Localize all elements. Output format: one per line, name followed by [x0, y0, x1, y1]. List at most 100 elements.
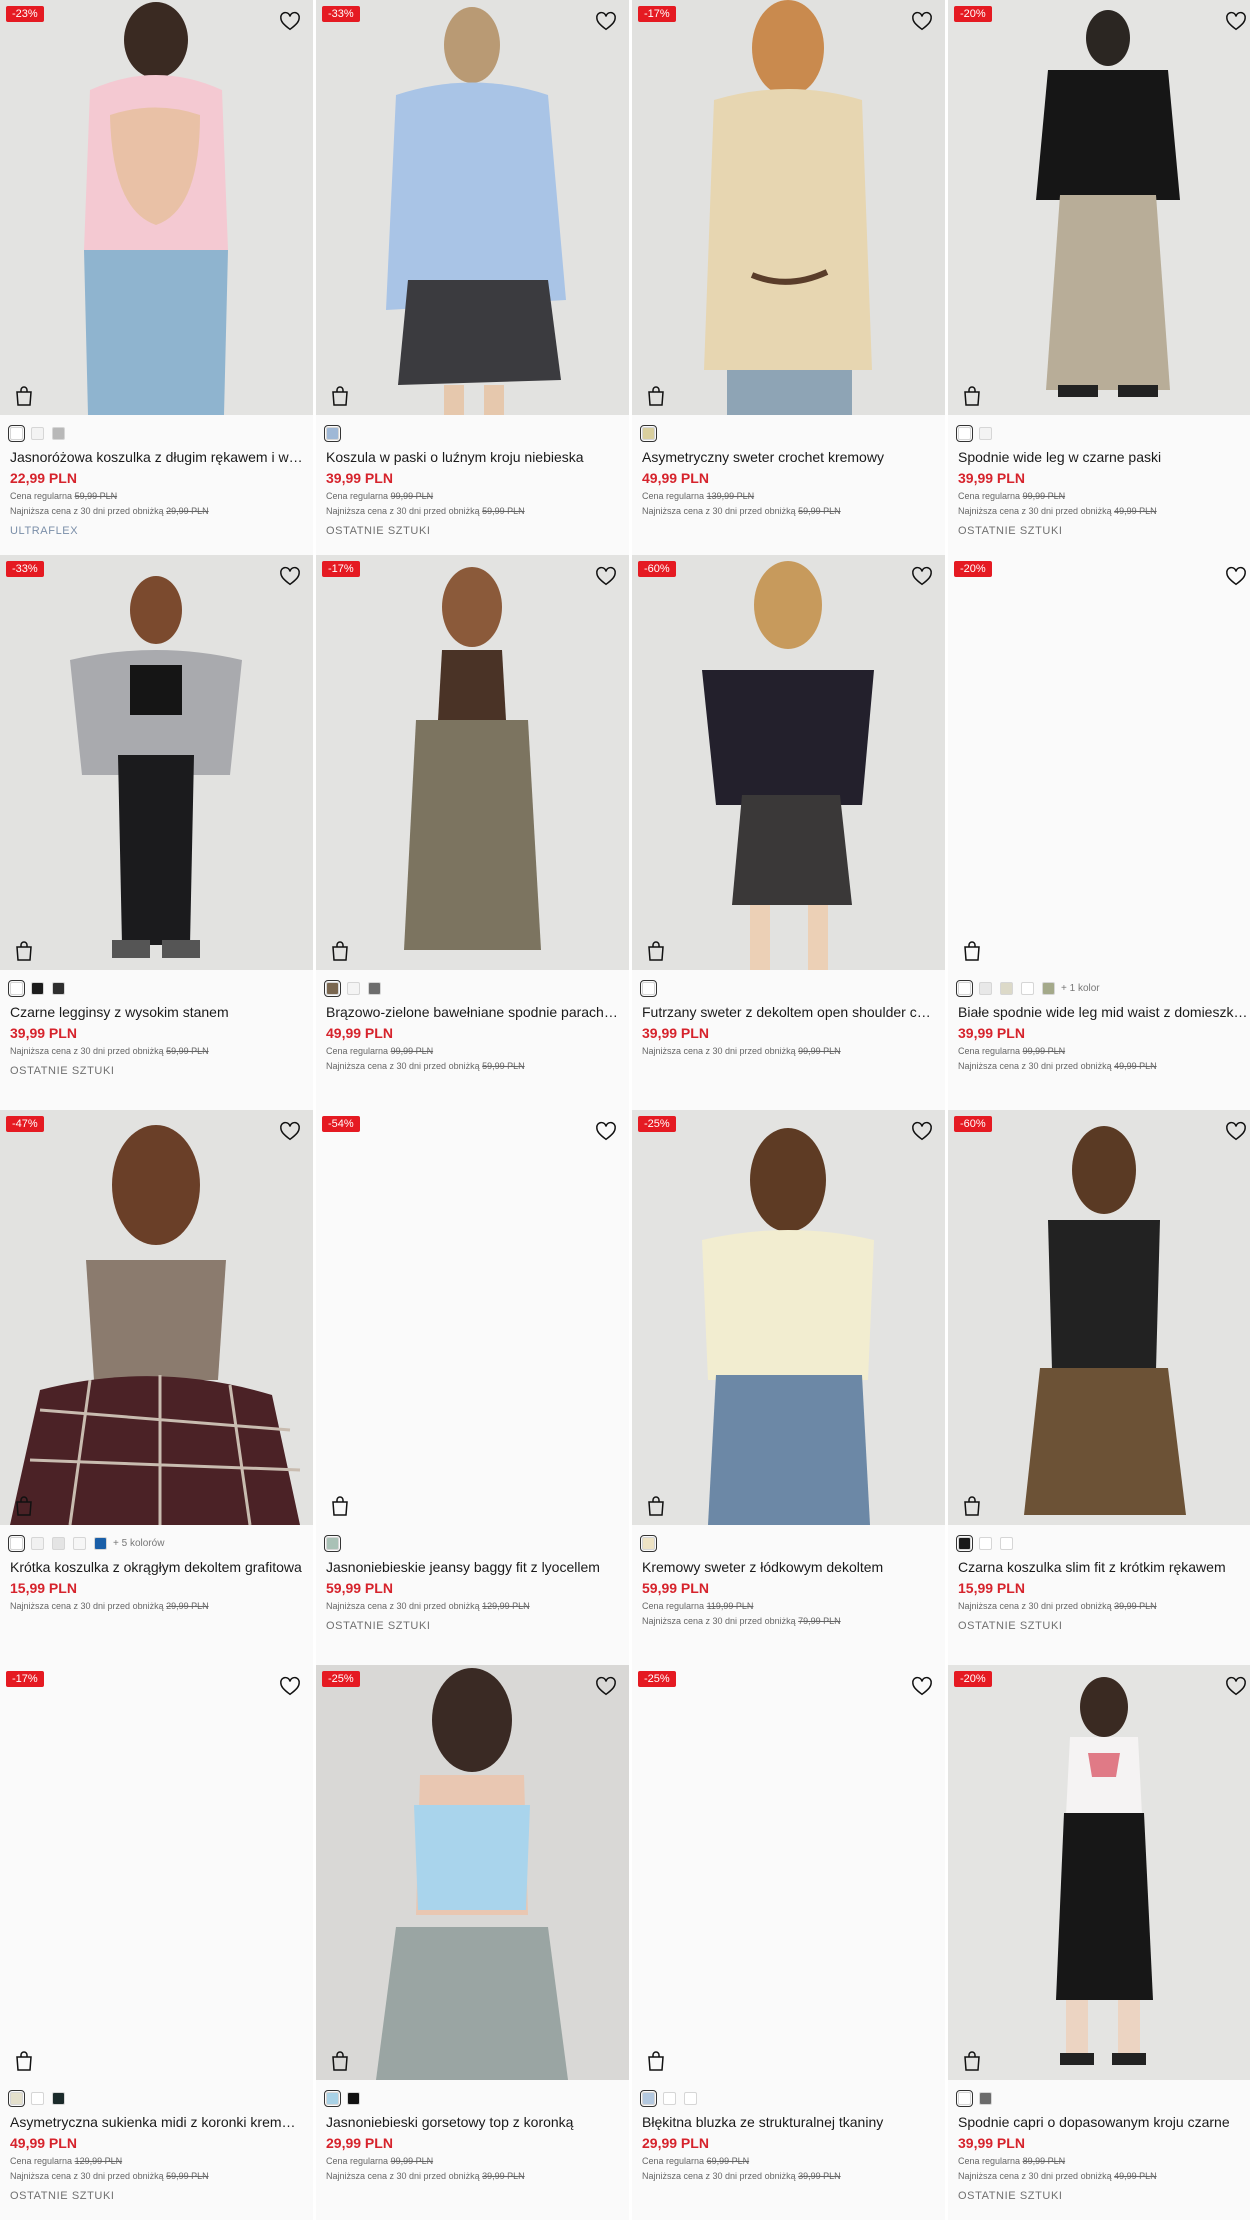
color-swatch[interactable]: [8, 1534, 25, 1552]
product-card[interactable]: -20% Spodnie capri o dopasowanym kroju c…: [948, 1665, 1250, 2220]
color-swatch[interactable]: [94, 1536, 107, 1550]
heart-icon[interactable]: [279, 1676, 301, 1698]
color-swatch[interactable]: [956, 979, 973, 997]
product-name[interactable]: Czarne legginsy z wysokim stanem: [10, 1003, 303, 1021]
color-swatch[interactable]: [979, 981, 992, 995]
product-name[interactable]: Asymetryczny sweter crochet kremowy: [642, 448, 935, 466]
heart-icon[interactable]: [279, 566, 301, 588]
color-swatch[interactable]: [640, 2089, 657, 2107]
color-swatch[interactable]: [684, 2091, 697, 2105]
shopping-bag-icon[interactable]: [646, 940, 666, 962]
product-image[interactable]: -60%: [948, 1110, 1250, 1525]
product-card[interactable]: -23% Jasnoróżowa koszulka z długim rękaw…: [0, 0, 313, 555]
product-card[interactable]: -20% Spodnie wide leg w czarne paski 39,…: [948, 0, 1250, 555]
heart-icon[interactable]: [595, 11, 617, 33]
heart-icon[interactable]: [279, 1121, 301, 1143]
product-card[interactable]: -60% Futrzany sweter z dekoltem open sho…: [632, 555, 945, 1110]
heart-icon[interactable]: [1225, 1676, 1247, 1698]
heart-icon[interactable]: [911, 1676, 933, 1698]
more-colors-label[interactable]: + 1 kolor: [1061, 983, 1100, 994]
color-swatch[interactable]: [640, 424, 657, 442]
product-image[interactable]: -17%: [316, 555, 629, 970]
shopping-bag-icon[interactable]: [646, 385, 666, 407]
product-image[interactable]: -33%: [0, 555, 313, 970]
color-swatch[interactable]: [1021, 981, 1034, 995]
color-swatch[interactable]: [956, 1534, 973, 1552]
color-swatch[interactable]: [979, 2091, 992, 2105]
color-swatch[interactable]: [324, 2089, 341, 2107]
product-name[interactable]: Koszula w paski o luźnym kroju niebieska: [326, 448, 619, 466]
heart-icon[interactable]: [595, 1121, 617, 1143]
product-name[interactable]: Spodnie wide leg w czarne paski: [958, 448, 1249, 466]
product-card[interactable]: -25% Kremowy sweter z łódkowym dekoltem …: [632, 1110, 945, 1665]
product-image[interactable]: -17%: [632, 0, 945, 415]
color-swatch[interactable]: [73, 1536, 86, 1550]
product-card[interactable]: -60% Czarna koszulka slim fit z krótkim …: [948, 1110, 1250, 1665]
color-swatch[interactable]: [347, 2091, 360, 2105]
more-colors-label[interactable]: + 5 kolorów: [113, 1538, 164, 1549]
heart-icon[interactable]: [279, 11, 301, 33]
shopping-bag-icon[interactable]: [14, 1495, 34, 1517]
product-card[interactable]: -20% + 1 kolor Białe spodnie wide leg mi…: [948, 555, 1250, 1110]
product-image[interactable]: -20%: [948, 555, 1250, 970]
product-card[interactable]: -25% Błękitna bluzka ze strukturalnej tk…: [632, 1665, 945, 2220]
color-swatch[interactable]: [1000, 981, 1013, 995]
color-swatch[interactable]: [368, 981, 381, 995]
shopping-bag-icon[interactable]: [646, 2050, 666, 2072]
shopping-bag-icon[interactable]: [14, 2050, 34, 2072]
color-swatch[interactable]: [52, 2091, 65, 2105]
product-name[interactable]: Jasnoniebieski gorsetowy top z koronką: [326, 2113, 619, 2131]
product-name[interactable]: Białe spodnie wide leg mid waist z domie…: [958, 1003, 1249, 1021]
product-card[interactable]: -33% Czarne legginsy z wysokim stanem 39…: [0, 555, 313, 1110]
color-swatch[interactable]: [640, 1534, 657, 1552]
product-image[interactable]: -20%: [948, 0, 1250, 415]
product-card[interactable]: -25% Jasnoniebieski gorsetowy top z koro…: [316, 1665, 629, 2220]
color-swatch[interactable]: [52, 426, 65, 440]
product-name[interactable]: Czarna koszulka slim fit z krótkim rękaw…: [958, 1558, 1249, 1576]
product-name[interactable]: Asymetryczna sukienka midi z koronki kre…: [10, 2113, 303, 2131]
color-swatch[interactable]: [52, 1536, 65, 1550]
color-swatch[interactable]: [31, 2091, 44, 2105]
product-image[interactable]: -54%: [316, 1110, 629, 1525]
color-swatch[interactable]: [956, 2089, 973, 2107]
heart-icon[interactable]: [595, 566, 617, 588]
product-name[interactable]: Brązowo-zielone bawełniane spodnie parac…: [326, 1003, 619, 1021]
product-image[interactable]: -25%: [632, 1665, 945, 2080]
product-image[interactable]: -25%: [316, 1665, 629, 2080]
product-image[interactable]: -25%: [632, 1110, 945, 1525]
product-name[interactable]: Krótka koszulka z okrągłym dekoltem graf…: [10, 1558, 303, 1576]
shopping-bag-icon[interactable]: [14, 385, 34, 407]
shopping-bag-icon[interactable]: [646, 1495, 666, 1517]
product-image[interactable]: -33%: [316, 0, 629, 415]
color-swatch[interactable]: [8, 2089, 25, 2107]
product-card[interactable]: -54% Jasnoniebieskie jeansy baggy fit z …: [316, 1110, 629, 1665]
color-swatch[interactable]: [640, 979, 657, 997]
shopping-bag-icon[interactable]: [14, 940, 34, 962]
color-swatch[interactable]: [31, 1536, 44, 1550]
product-name[interactable]: Spodnie capri o dopasowanym kroju czarne: [958, 2113, 1249, 2131]
color-swatch[interactable]: [324, 1534, 341, 1552]
color-swatch[interactable]: [31, 426, 44, 440]
color-swatch[interactable]: [956, 424, 973, 442]
product-card[interactable]: -17% Asymetryczna sukienka midi z koronk…: [0, 1665, 313, 2220]
product-card[interactable]: -17% Brązowo-zielone bawełniane spodnie …: [316, 555, 629, 1110]
color-swatch[interactable]: [1042, 981, 1055, 995]
shopping-bag-icon[interactable]: [330, 2050, 350, 2072]
color-swatch[interactable]: [324, 979, 341, 997]
heart-icon[interactable]: [911, 1121, 933, 1143]
shopping-bag-icon[interactable]: [330, 385, 350, 407]
heart-icon[interactable]: [911, 11, 933, 33]
shopping-bag-icon[interactable]: [330, 1495, 350, 1517]
product-image[interactable]: -20%: [948, 1665, 1250, 2080]
shopping-bag-icon[interactable]: [962, 385, 982, 407]
color-swatch[interactable]: [663, 2091, 676, 2105]
heart-icon[interactable]: [1225, 566, 1247, 588]
color-swatch[interactable]: [979, 1536, 992, 1550]
color-swatch[interactable]: [31, 981, 44, 995]
shopping-bag-icon[interactable]: [962, 940, 982, 962]
color-swatch[interactable]: [52, 981, 65, 995]
heart-icon[interactable]: [595, 1676, 617, 1698]
color-swatch[interactable]: [1000, 1536, 1013, 1550]
shopping-bag-icon[interactable]: [962, 1495, 982, 1517]
heart-icon[interactable]: [1225, 1121, 1247, 1143]
